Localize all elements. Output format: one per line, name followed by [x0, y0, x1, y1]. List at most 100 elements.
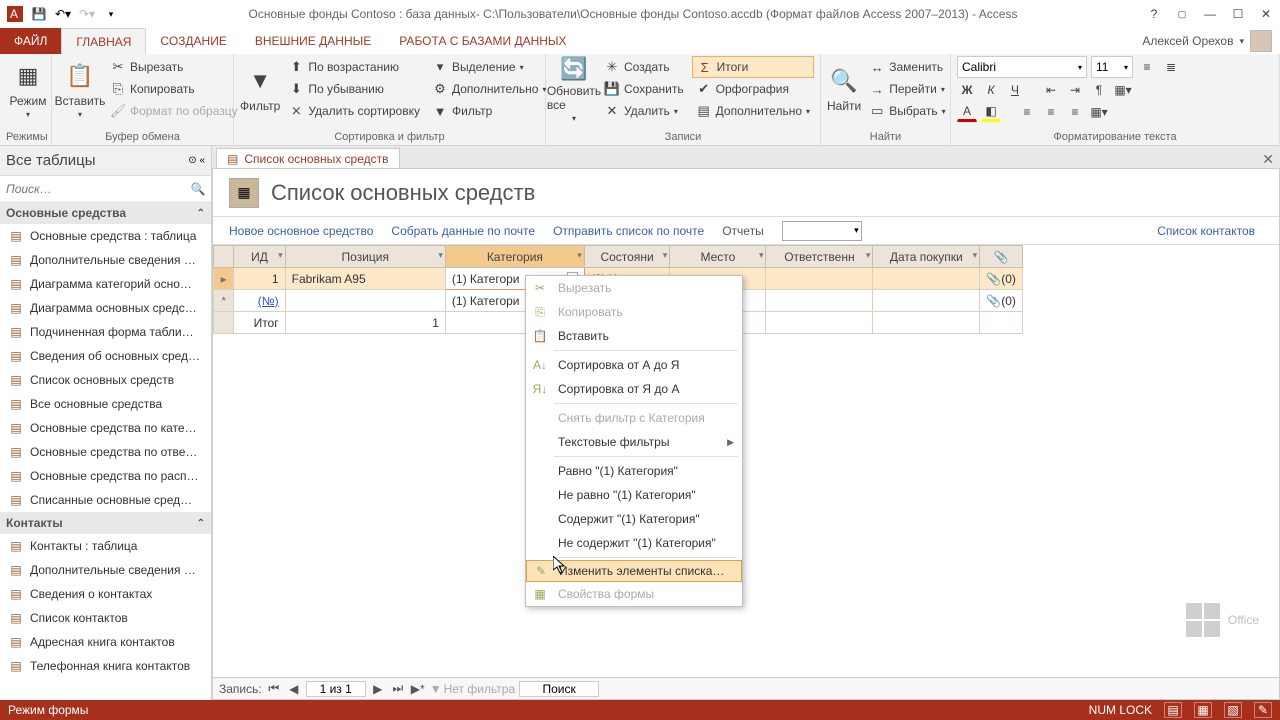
replace-button[interactable]: ↔Заменить: [865, 56, 949, 78]
undo-icon[interactable]: ↶▾: [52, 3, 74, 25]
nav-item[interactable]: ▤Списанные основные сред…: [0, 488, 211, 512]
prev-record-button[interactable]: ◀: [286, 681, 302, 697]
cell-id-new[interactable]: (№): [234, 290, 285, 312]
selection-button[interactable]: ▾Выделение▾: [428, 56, 550, 78]
navpane-dropdown-icon[interactable]: ⊙ «: [188, 155, 205, 166]
underline-button[interactable]: Ч: [1005, 80, 1025, 100]
record-position-input[interactable]: [306, 681, 366, 697]
row-selector[interactable]: ▸: [214, 268, 234, 290]
clear-sort-button[interactable]: ⨯Удалить сортировку: [284, 100, 424, 122]
cell-id[interactable]: 1: [234, 268, 285, 290]
nav-group-header[interactable]: Контакты⌃: [0, 512, 211, 534]
cell-owner[interactable]: [766, 268, 873, 290]
bullets-icon[interactable]: ≡: [1137, 57, 1157, 77]
totals-button[interactable]: ΣИтоги: [692, 56, 814, 78]
save-record-button[interactable]: 💾Сохранить: [600, 78, 688, 100]
cell-date-new[interactable]: [873, 290, 980, 312]
record-search-input[interactable]: [519, 681, 599, 697]
user-account[interactable]: Алексей Орехов ▾: [1142, 28, 1280, 54]
menu-text-filters[interactable]: Текстовые фильтры▶: [526, 430, 742, 454]
next-record-button[interactable]: ▶: [370, 681, 386, 697]
search-icon[interactable]: 🔍: [189, 180, 207, 198]
nav-item[interactable]: ▤Дополнительные сведения …: [0, 558, 211, 582]
tab-create[interactable]: СОЗДАНИЕ: [146, 28, 240, 54]
copy-button[interactable]: ⎘Копировать: [106, 78, 242, 100]
bold-button[interactable]: Ж: [957, 80, 977, 100]
tab-external[interactable]: ВНЕШНИЕ ДАННЫЕ: [241, 28, 385, 54]
nav-item[interactable]: ▤Основные средства по кате…: [0, 416, 211, 440]
nav-item[interactable]: ▤Подчиненная форма табли…: [0, 320, 211, 344]
form-view-button[interactable]: ▤: [1164, 702, 1182, 718]
layout-view-button[interactable]: ▧: [1224, 702, 1242, 718]
col-date[interactable]: Дата покупки▾: [873, 246, 980, 268]
new-record-nav-button[interactable]: ▶*: [410, 681, 426, 697]
italic-button[interactable]: К: [981, 80, 1001, 100]
nav-item[interactable]: ▤Диаграмма категорий осно…: [0, 272, 211, 296]
outdent-icon[interactable]: ⇤: [1041, 80, 1061, 100]
access-app-icon[interactable]: A: [4, 3, 26, 25]
numbering-icon[interactable]: ≣: [1161, 57, 1181, 77]
col-attachment[interactable]: 📎: [980, 246, 1023, 268]
nav-item[interactable]: ▤Диаграмма основных средс…: [0, 296, 211, 320]
menu-edit-list[interactable]: ✎Изменить элементы списка…: [526, 560, 742, 582]
ribbon-toggle-icon[interactable]: ▢: [1172, 4, 1192, 24]
first-record-button[interactable]: ⏮: [266, 681, 282, 697]
nav-item[interactable]: ▤Сведения об основных сред…: [0, 344, 211, 368]
rtl-icon[interactable]: ¶: [1089, 80, 1109, 100]
navpane-header[interactable]: Все таблицы ⊙ «: [0, 146, 211, 176]
goto-button[interactable]: →Перейти▾: [865, 78, 949, 100]
last-record-button[interactable]: ⏭: [390, 681, 406, 697]
new-asset-link[interactable]: Новое основное средство: [229, 224, 373, 238]
nav-item[interactable]: ▤Основные средства по расп…: [0, 464, 211, 488]
nav-group-header[interactable]: Основные средства⌃: [0, 202, 211, 224]
menu-contains[interactable]: Содержит "(1) Категория": [526, 507, 742, 531]
cell-attach[interactable]: 📎(0): [980, 268, 1023, 290]
menu-sort-za[interactable]: Я↓Сортировка от Я до А: [526, 377, 742, 401]
design-view-button[interactable]: ✎: [1254, 702, 1272, 718]
align-right-icon[interactable]: ≡: [1065, 102, 1085, 122]
reports-combo[interactable]: ▾: [782, 221, 862, 241]
cut-button[interactable]: ✂Вырезать: [106, 56, 242, 78]
select-all-header[interactable]: [214, 246, 234, 268]
tab-dbtools[interactable]: РАБОТА С БАЗАМИ ДАННЫХ: [385, 28, 580, 54]
advanced-filter-button[interactable]: ⚙Дополнительно▾: [428, 78, 550, 100]
nav-item[interactable]: ▤Телефонная книга контактов: [0, 654, 211, 678]
nav-item[interactable]: ▤Все основные средства: [0, 392, 211, 416]
nav-item[interactable]: ▤Контакты : таблица: [0, 534, 211, 558]
save-icon[interactable]: 💾: [28, 3, 50, 25]
align-center-icon[interactable]: ≡: [1041, 102, 1061, 122]
help-icon[interactable]: ?: [1144, 4, 1164, 24]
menu-equals[interactable]: Равно "(1) Категория": [526, 459, 742, 483]
cell-attach-new[interactable]: 📎(0): [980, 290, 1023, 312]
nav-item[interactable]: ▤Адресная книга контактов: [0, 630, 211, 654]
nav-item[interactable]: ▤Список основных средств: [0, 368, 211, 392]
col-location[interactable]: Место▾: [670, 246, 766, 268]
fill-color-button[interactable]: ◧: [981, 102, 1001, 122]
cell-item[interactable]: Fabrikam A95: [285, 268, 445, 290]
delete-record-button[interactable]: ✕Удалить▾: [600, 100, 688, 122]
filter-indicator[interactable]: ▼Нет фильтра: [430, 682, 515, 696]
redo-icon[interactable]: ↷▾: [76, 3, 98, 25]
doc-tab[interactable]: ▤Список основных средств: [216, 148, 400, 168]
nav-item[interactable]: ▤Дополнительные сведения …: [0, 248, 211, 272]
nav-item[interactable]: ▤Основные средства по отве…: [0, 440, 211, 464]
refresh-button[interactable]: 🔄Обновить все▾: [552, 56, 596, 122]
sort-desc-button[interactable]: ⬇По убыванию: [284, 78, 424, 100]
align-left-icon[interactable]: ≡: [1017, 102, 1037, 122]
find-button[interactable]: 🔍Найти: [827, 56, 861, 122]
more-records-button[interactable]: ▤Дополнительно▾: [692, 100, 814, 122]
toggle-filter-button[interactable]: ▼Фильтр: [428, 100, 550, 122]
col-category[interactable]: Категория▾: [445, 246, 584, 268]
menu-paste[interactable]: 📋Вставить: [526, 324, 742, 348]
new-record-button[interactable]: ✳Создать: [600, 56, 688, 78]
format-painter-button[interactable]: 🖌Формат по образцу: [106, 100, 242, 122]
close-tab-icon[interactable]: ✕: [1256, 151, 1280, 168]
indent-icon[interactable]: ⇥: [1065, 80, 1085, 100]
col-owner[interactable]: Ответственн▾: [766, 246, 873, 268]
cell-item-new[interactable]: [285, 290, 445, 312]
cell-date[interactable]: [873, 268, 980, 290]
filter-button[interactable]: ▼Фильтр: [240, 56, 280, 122]
tab-file[interactable]: ФАЙЛ: [0, 28, 61, 54]
font-color-button[interactable]: A: [957, 102, 977, 122]
col-item[interactable]: Позиция▾: [285, 246, 445, 268]
